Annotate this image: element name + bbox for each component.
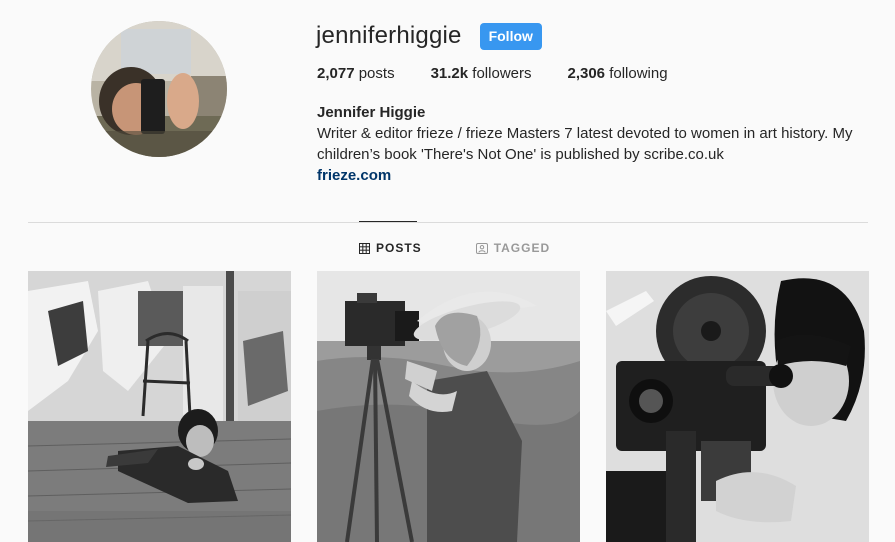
posts-count-value: 2,077	[317, 65, 355, 82]
following-count[interactable]: 2,306 following	[567, 65, 667, 82]
post-thumbnail-2[interactable]	[317, 271, 580, 542]
post-thumbnail-3[interactable]	[606, 271, 869, 542]
tab-tagged-label: TAGGED	[493, 241, 551, 255]
followers-count[interactable]: 31.2k followers	[431, 65, 532, 82]
profile-bio: Jennifer Higgie Writer & editor frieze /…	[317, 102, 877, 186]
post-image-filmmaker	[606, 271, 869, 542]
followers-count-value: 31.2k	[430, 65, 469, 82]
website-link[interactable]: frieze.com	[317, 165, 391, 186]
tabs-divider	[28, 222, 868, 223]
follow-button[interactable]: Follow	[479, 22, 542, 50]
grid-icon	[359, 242, 370, 254]
post-thumbnail-1[interactable]	[28, 271, 291, 542]
posts-count-label: posts	[358, 65, 395, 82]
following-count-value: 2,306	[567, 65, 606, 82]
post-image-artist-studio	[28, 271, 291, 542]
followers-count-label: followers	[472, 65, 532, 82]
profile-avatar[interactable]	[91, 21, 227, 157]
post-image-photographer	[317, 271, 580, 542]
profile-tabs: POSTS TAGGED	[359, 241, 604, 255]
profile-stats: 2,077 posts 31.2k followers 2,306 follow…	[317, 65, 704, 82]
profile-full-name: Jennifer Higgie	[317, 104, 426, 121]
profile-page: jenniferhiggie Follow 2,077 posts 31.2k …	[0, 0, 895, 542]
posts-count: 2,077 posts	[317, 65, 395, 82]
bio-text-line-1: Writer & editor frieze / frieze Masters …	[317, 125, 853, 142]
following-count-label: following	[609, 65, 668, 82]
username-row: jenniferhiggie Follow	[316, 20, 542, 52]
tab-posts-label: POSTS	[376, 241, 422, 255]
tab-tagged[interactable]: TAGGED	[475, 241, 551, 255]
active-tab-indicator	[359, 221, 417, 222]
tab-posts[interactable]: POSTS	[359, 241, 422, 255]
tag-icon	[475, 242, 488, 254]
avatar-photo	[91, 21, 227, 157]
profile-username: jenniferhiggie	[316, 22, 462, 49]
bio-text-line-2: children’s book 'There's Not One' is pub…	[317, 146, 724, 163]
